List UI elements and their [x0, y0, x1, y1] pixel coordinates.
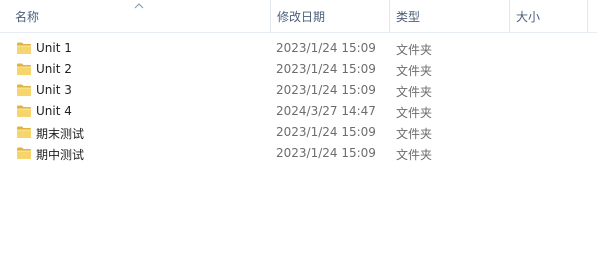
- file-type: 文件夹: [396, 106, 433, 120]
- file-date: 2023/1/24 15:09: [276, 62, 376, 76]
- sort-ascending-icon: [134, 3, 144, 9]
- file-row[interactable]: Unit 2 2023/1/24 15:09 文件夹: [0, 59, 589, 80]
- file-date: 2023/1/24 15:09: [276, 83, 376, 97]
- file-type: 文件夹: [396, 148, 433, 162]
- file-row[interactable]: Unit 3 2023/1/24 15:09 文件夹: [0, 80, 589, 101]
- file-type: 文件夹: [396, 85, 433, 99]
- file-rows: Unit 1 2023/1/24 15:09 文件夹 Unit 2 2023/1…: [0, 38, 597, 164]
- file-date: 2023/1/24 15:09: [276, 41, 376, 55]
- file-name: Unit 1: [36, 41, 72, 55]
- folder-icon: [17, 63, 31, 75]
- folder-icon: [17, 147, 31, 159]
- file-name: Unit 4: [36, 104, 72, 118]
- file-name: Unit 3: [36, 83, 72, 97]
- column-header-type[interactable]: 类型: [390, 0, 510, 32]
- folder-icon: [17, 105, 31, 117]
- folder-icon: [17, 126, 31, 138]
- file-date: 2023/1/24 15:09: [276, 125, 376, 139]
- file-list-view: 名称 修改日期 类型 大小 Unit 1 2023/1/24 15:09 文件夹: [0, 0, 597, 268]
- file-name: Unit 2: [36, 62, 72, 76]
- column-header-bar: 名称 修改日期 类型 大小: [0, 0, 597, 33]
- file-name: 期中测试: [36, 148, 85, 162]
- column-header-date[interactable]: 修改日期: [271, 0, 390, 32]
- file-row[interactable]: 期末测试 2023/1/24 15:09 文件夹: [0, 122, 589, 143]
- file-row[interactable]: 期中测试 2023/1/24 15:09 文件夹: [0, 143, 589, 164]
- file-row[interactable]: Unit 4 2024/3/27 14:47 文件夹: [0, 101, 589, 122]
- column-header-size-label: 大小: [516, 9, 541, 24]
- file-date: 2024/3/27 14:47: [276, 104, 376, 118]
- file-type: 文件夹: [396, 64, 433, 78]
- column-header-date-label: 修改日期: [277, 9, 326, 24]
- folder-icon: [17, 84, 31, 96]
- file-type: 文件夹: [396, 127, 433, 141]
- file-type: 文件夹: [396, 43, 433, 57]
- column-header-name[interactable]: 名称: [0, 0, 271, 32]
- file-row[interactable]: Unit 1 2023/1/24 15:09 文件夹: [0, 38, 589, 59]
- column-header-type-label: 类型: [396, 9, 421, 24]
- column-header-size[interactable]: 大小: [510, 0, 588, 32]
- folder-icon: [17, 42, 31, 54]
- column-header-name-label: 名称: [15, 9, 40, 24]
- file-date: 2023/1/24 15:09: [276, 146, 376, 160]
- file-name: 期末测试: [36, 127, 85, 141]
